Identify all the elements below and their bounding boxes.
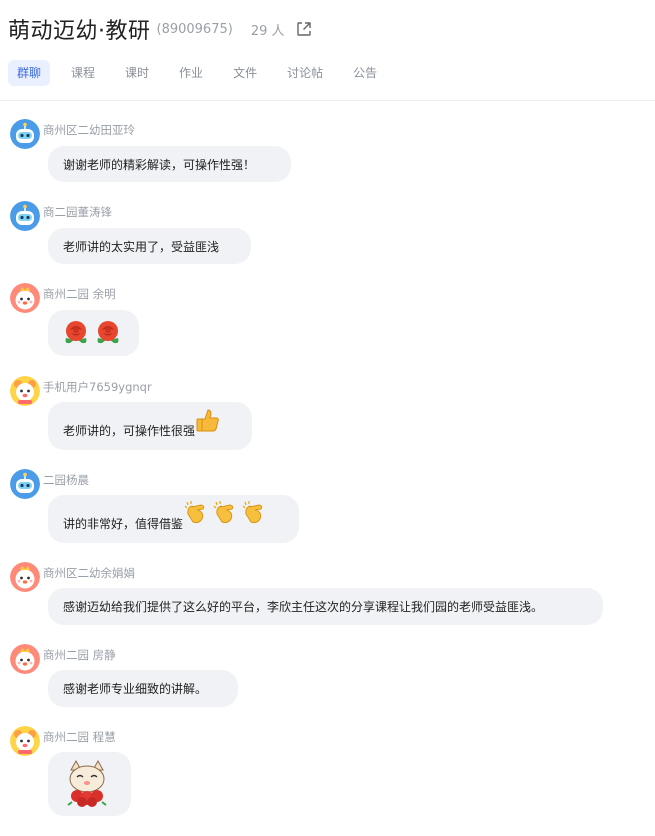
message-bubble[interactable]: 老师讲的太实用了，受益匪浅 (48, 228, 251, 264)
tab-lessons[interactable]: 课时 (116, 60, 158, 86)
thumbs-up-icon (195, 407, 221, 436)
title-row: 萌动迈幼·教研 (89009675) 29 人 (8, 12, 313, 46)
external-link-icon[interactable] (295, 20, 313, 38)
clap-icon (212, 500, 238, 529)
tab-courses[interactable]: 课程 (62, 60, 104, 86)
message-text: 老师讲的太实用了，受益匪浅 (63, 239, 220, 254)
robot-avatar-icon[interactable] (10, 119, 40, 149)
group-id: (89009675) (156, 21, 233, 37)
member-count[interactable]: 29 人 (251, 20, 285, 39)
tab-group-chat[interactable]: 群聊 (8, 60, 51, 86)
message-bubble[interactable]: 感谢老师专业细致的讲解。 (48, 670, 238, 707)
sender-name[interactable]: 商州区二幼余娟娟 (43, 565, 135, 581)
chick-avatar-icon[interactable] (10, 283, 40, 313)
message-bubble[interactable] (48, 310, 139, 356)
message-bubble[interactable]: 讲的非常好，值得借鉴 (48, 495, 299, 543)
message-bubble[interactable]: 感谢迈幼给我们提供了这么好的平台，李欣主任这次的分享课程让我们园的老师受益匪浅。 (48, 588, 603, 625)
message-text: 谢谢老师的精彩解读，可操作性强！ (63, 157, 256, 172)
cat-with-roses-sticker (62, 758, 112, 811)
robot-avatar-icon[interactable] (10, 469, 40, 499)
rose-icon (62, 318, 90, 349)
chick-avatar-icon[interactable] (10, 644, 40, 674)
tab-bar: 群聊 课程 课时 作业 文件 讨论帖 公告 (8, 60, 398, 86)
sender-name[interactable]: 商二园董涛锋 (43, 204, 112, 220)
sender-name[interactable]: 手机用户7659ygnqr (43, 379, 152, 395)
tab-homework[interactable]: 作业 (170, 60, 212, 86)
group-name: 萌动迈幼·教研 (8, 19, 151, 44)
message-text: 感谢老师专业细致的讲解。 (63, 682, 208, 696)
message-bubble[interactable] (48, 752, 131, 816)
bear-avatar-icon[interactable] (10, 726, 40, 756)
tab-announcements[interactable]: 公告 (344, 60, 386, 86)
message-text: 老师讲的，可操作性很强 (63, 423, 196, 438)
rose-icon (94, 318, 122, 349)
message-bubble[interactable]: 老师讲的，可操作性很强 (48, 402, 252, 450)
sender-name[interactable]: 商州二园 余明 (43, 286, 116, 302)
clap-icon (241, 500, 267, 529)
sender-name[interactable]: 商州二园 房静 (43, 647, 116, 663)
chick-avatar-icon[interactable] (10, 562, 40, 592)
sender-name[interactable]: 商州区二幼田亚玲 (43, 122, 135, 138)
robot-avatar-icon[interactable] (10, 201, 40, 231)
chat-header: 萌动迈幼·教研 (89009675) 29 人 群聊 课程 课时 作业 文件 讨… (0, 0, 655, 101)
clap-icon (183, 500, 209, 529)
message-text: 讲的非常好，值得借鉴 (63, 516, 184, 531)
message-bubble[interactable]: 谢谢老师的精彩解读，可操作性强！ (48, 146, 291, 182)
sender-name[interactable]: 二园杨晨 (43, 472, 89, 488)
sender-name[interactable]: 商州二园 程慧 (43, 729, 116, 745)
tab-discussions[interactable]: 讨论帖 (278, 60, 332, 86)
message-text: 感谢迈幼给我们提供了这么好的平台，李欣主任这次的分享课程让我们园的老师受益匪浅。 (63, 600, 544, 614)
bear-avatar-icon[interactable] (10, 376, 40, 406)
tab-files[interactable]: 文件 (224, 60, 266, 86)
